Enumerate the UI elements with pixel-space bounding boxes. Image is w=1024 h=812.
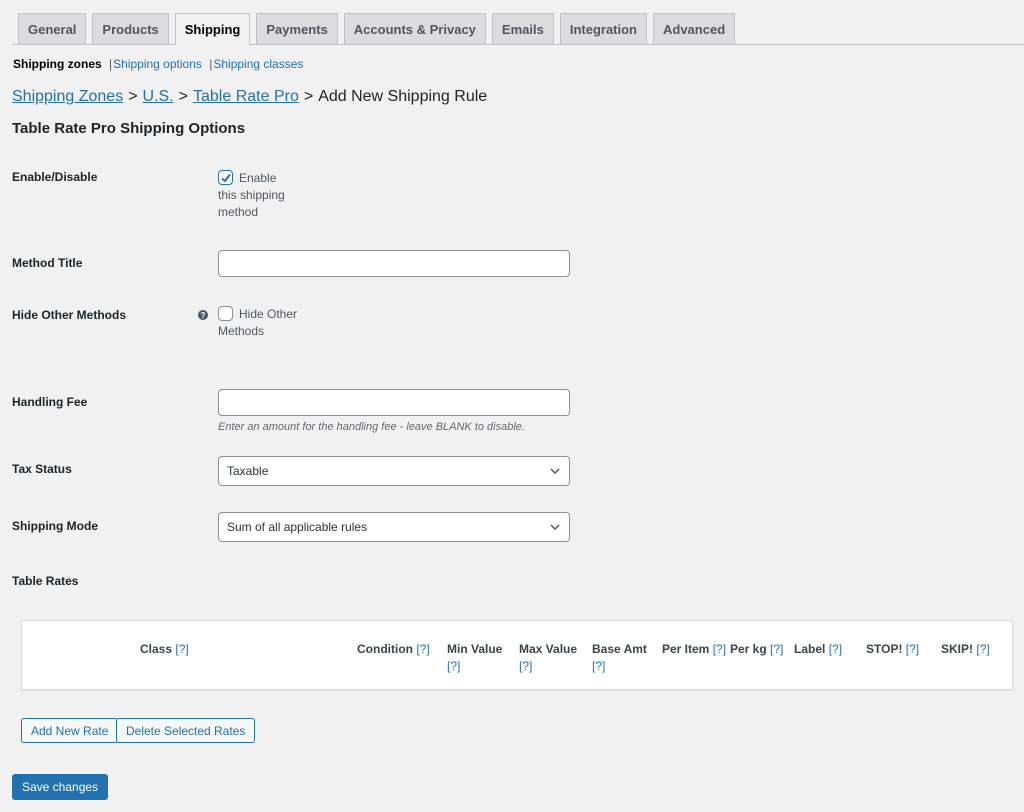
column-header-per-item: Per Item [?] (662, 641, 726, 658)
tax-status-select[interactable]: Taxable (218, 456, 570, 486)
tab-general[interactable]: General (18, 13, 87, 44)
column-name: Class (140, 642, 173, 656)
subnav-shipping-classes[interactable]: Shipping classes (213, 57, 303, 71)
tab-accounts-privacy[interactable]: Accounts & Privacy (343, 13, 486, 44)
tab-payments[interactable]: Payments (256, 13, 338, 44)
enable-checkbox-field: Enable this shipping method (218, 170, 298, 221)
help-link[interactable]: [?] (519, 659, 532, 673)
column-name: Per Item (662, 642, 710, 656)
method-title-input[interactable] (218, 250, 570, 277)
column-header-base-amt: Base Amt [?] (592, 641, 656, 675)
enable-checkbox[interactable] (218, 170, 233, 185)
column-header-stop: STOP! [?] (866, 641, 919, 658)
checkmark-icon (221, 173, 231, 183)
handling-fee-input[interactable] (218, 389, 570, 416)
add-new-rate-button[interactable]: Add New Rate (21, 718, 119, 743)
save-changes-button[interactable]: Save changes (12, 774, 109, 800)
help-link[interactable]: [?] (592, 659, 605, 673)
hide-other-methods-label: Hide Other Methods (12, 308, 127, 322)
tab-emails[interactable]: Emails (491, 13, 554, 44)
column-header-class: Class [?] (140, 641, 189, 658)
column-name: STOP! (866, 642, 903, 656)
help-link[interactable]: [?] (175, 642, 188, 656)
breadcrumb-separator: > (128, 88, 138, 105)
column-header-max-value: Max Value [?] (519, 641, 583, 675)
column-name: Condition (357, 642, 413, 656)
column-header-skip: SKIP! [?] (941, 641, 990, 658)
help-link[interactable]: [?] (447, 659, 460, 673)
settings-tabs: General Products Shipping Payments Accou… (12, 13, 1024, 45)
shipping-subnav: Shipping zones |Shipping options |Shippi… (13, 57, 303, 71)
column-header-label: Label [?] (794, 641, 842, 658)
tab-integration[interactable]: Integration (559, 13, 647, 44)
breadcrumb-us[interactable]: U.S. (143, 88, 174, 105)
help-link[interactable]: [?] (829, 642, 842, 656)
help-circle-icon[interactable]: ? (198, 310, 208, 320)
subnav-shipping-zones[interactable]: Shipping zones (13, 57, 102, 71)
column-name: Per kg (730, 642, 767, 656)
column-header-per-kg: Per kg [?] (730, 641, 783, 658)
shipping-mode-value: Sum of all applicable rules (227, 520, 368, 534)
handling-fee-description: Enter an amount for the handling fee - l… (218, 421, 525, 433)
shipping-mode-select[interactable]: Sum of all applicable rules (218, 512, 570, 542)
breadcrumb-separator: > (178, 88, 188, 105)
breadcrumb-current: Add New Shipping Rule (318, 88, 488, 105)
chevron-down-icon (550, 468, 560, 475)
delete-selected-rates-button[interactable]: Delete Selected Rates (116, 718, 256, 743)
help-link[interactable]: [?] (906, 642, 919, 656)
method-title-label: Method Title (12, 256, 83, 270)
enable-disable-label: Enable/Disable (12, 170, 98, 184)
hide-other-checkbox-field: Hide Other Methods (218, 306, 298, 340)
column-name: Base Amt (592, 642, 647, 656)
column-name: SKIP! (941, 642, 974, 656)
tab-advanced[interactable]: Advanced (653, 13, 736, 44)
column-name: Max Value (519, 642, 578, 656)
tax-status-label: Tax Status (12, 462, 72, 476)
breadcrumb-separator: > (303, 88, 314, 105)
tab-shipping[interactable]: Shipping (174, 13, 251, 45)
chevron-down-icon (550, 524, 560, 531)
help-link[interactable]: [?] (976, 642, 989, 656)
handling-fee-label: Handling Fee (12, 395, 88, 409)
breadcrumb-shipping-zones[interactable]: Shipping Zones (12, 88, 123, 105)
subnav-separator: | (109, 57, 113, 71)
shipping-mode-label: Shipping Mode (12, 519, 98, 533)
subnav-separator: | (209, 57, 213, 71)
subnav-shipping-options[interactable]: Shipping options (113, 57, 202, 71)
help-link[interactable]: [?] (770, 642, 783, 656)
table-rates-table: Class [?] Condition [?] Min Value [?] Max… (21, 620, 1013, 690)
breadcrumb-table-rate-pro[interactable]: Table Rate Pro (193, 88, 299, 105)
hide-other-checkbox[interactable] (218, 306, 233, 321)
column-name: Min Value (447, 642, 503, 656)
tab-products[interactable]: Products (92, 13, 169, 44)
help-link[interactable]: [?] (713, 642, 726, 656)
breadcrumb: Shipping Zones > U.S. > Table Rate Pro > Add N… (12, 88, 487, 106)
tax-status-value: Taxable (227, 464, 269, 478)
column-header-condition: Condition [?] (357, 641, 430, 658)
table-rates-label: Table Rates (12, 574, 79, 588)
help-link[interactable]: [?] (416, 642, 429, 656)
section-title: Table Rate Pro Shipping Options (12, 120, 246, 137)
column-header-min-value: Min Value [?] (447, 641, 511, 675)
column-name: Label (794, 642, 826, 656)
